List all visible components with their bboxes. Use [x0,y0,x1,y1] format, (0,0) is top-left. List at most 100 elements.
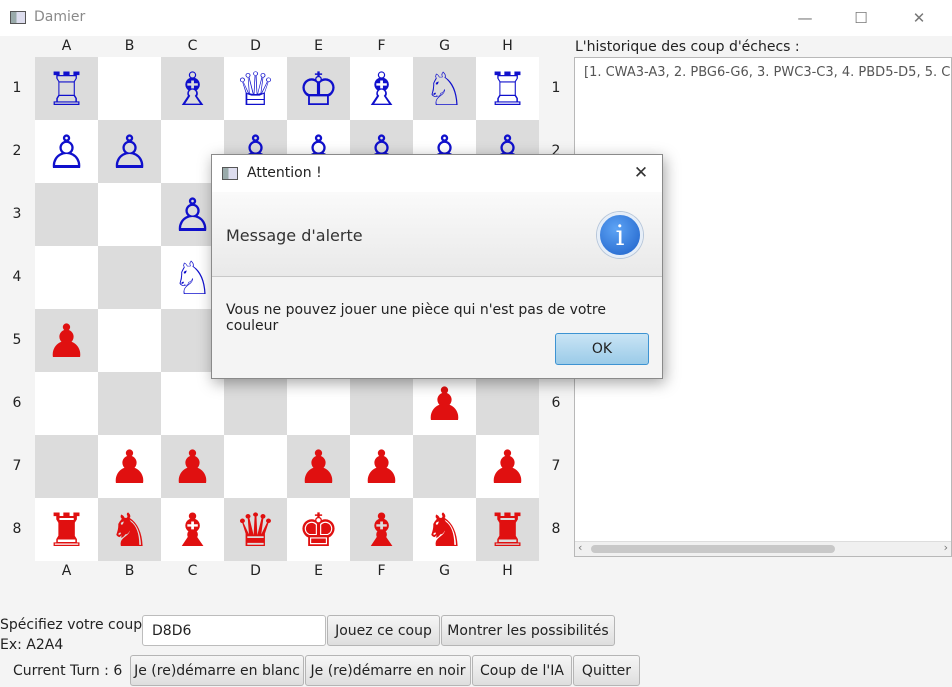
chess-piece-icon[interactable]: ♟ [424,381,465,427]
show-possibilities-button[interactable]: Montrer les possibilités [441,615,615,646]
board-square[interactable]: ♖ [476,57,539,120]
col-label: B [124,563,135,579]
chess-piece-icon[interactable]: ♜ [487,507,528,553]
move-input[interactable]: D8D6 [142,615,326,646]
chess-piece-icon[interactable]: ♝ [172,507,213,553]
board-square[interactable] [287,372,350,435]
column-labels-bottom: A B C D E F G H [35,563,539,581]
chess-piece-icon[interactable]: ♟ [46,318,87,364]
ai-move-button[interactable]: Coup de l'IA [472,655,572,686]
chess-piece-icon[interactable]: ♙ [46,129,87,175]
board-square[interactable]: ♞ [413,498,476,561]
board-square[interactable] [98,372,161,435]
col-label: C [187,563,198,579]
board-square[interactable]: ♕ [224,57,287,120]
board-square[interactable]: ♞ [98,498,161,561]
chess-piece-icon[interactable]: ♘ [172,255,213,301]
board-square[interactable] [413,435,476,498]
board-square[interactable] [35,183,98,246]
board-square[interactable]: ♝ [161,498,224,561]
close-button[interactable]: ✕ [896,0,942,36]
chess-piece-icon[interactable]: ♙ [172,192,213,238]
chess-piece-icon[interactable]: ♜ [46,507,87,553]
dialog-close-icon[interactable]: ✕ [628,161,654,185]
board-square[interactable] [35,246,98,309]
ok-button[interactable]: OK [555,333,649,365]
board-square[interactable]: ♘ [413,57,476,120]
chess-piece-icon[interactable]: ♛ [235,507,276,553]
board-square[interactable]: ♗ [350,57,413,120]
board-square[interactable]: ♟ [350,435,413,498]
play-move-button[interactable]: Jouez ce coup [327,615,440,646]
board-square[interactable] [476,372,539,435]
dialog-title: Attention ! [247,165,322,181]
chess-piece-icon[interactable]: ♟ [109,444,150,490]
info-icon: i [597,212,643,258]
board-square[interactable]: ♚ [287,498,350,561]
row-label: 2 [12,143,22,159]
col-label: G [439,563,450,579]
scroll-left-icon[interactable]: ‹ [578,541,582,554]
board-square[interactable] [98,246,161,309]
dialog-header: Message d'alerte i [212,192,662,277]
board-square[interactable] [98,57,161,120]
board-square[interactable]: ♟ [476,435,539,498]
chess-piece-icon[interactable]: ♟ [487,444,528,490]
quit-button[interactable]: Quitter [573,655,640,686]
minimize-button[interactable]: — [782,0,828,36]
row-label: 4 [12,269,22,285]
board-square[interactable] [224,435,287,498]
board-square[interactable]: ♙ [98,120,161,183]
history-scrollbar[interactable]: ‹ › [575,541,951,556]
board-square[interactable]: ♟ [161,435,224,498]
chess-piece-icon[interactable]: ♟ [172,444,213,490]
board-square[interactable] [98,309,161,372]
chess-piece-icon[interactable]: ♗ [361,66,402,112]
board-square[interactable] [224,372,287,435]
board-square[interactable]: ♜ [476,498,539,561]
chess-piece-icon[interactable]: ♚ [298,507,339,553]
chess-piece-icon[interactable]: ♟ [361,444,402,490]
chess-piece-icon[interactable]: ♟ [298,444,339,490]
chess-piece-icon[interactable]: ♖ [487,66,528,112]
board-square[interactable]: ♖ [35,57,98,120]
chess-piece-icon[interactable]: ♞ [424,507,465,553]
chess-piece-icon[interactable]: ♗ [172,66,213,112]
scroll-right-icon[interactable]: › [944,541,948,554]
board-square[interactable]: ♗ [161,57,224,120]
board-square[interactable]: ♝ [350,498,413,561]
board-square[interactable] [35,372,98,435]
board-square[interactable] [350,372,413,435]
move-example: Ex: A2A4 [0,637,64,653]
chess-piece-icon[interactable]: ♘ [424,66,465,112]
col-label: E [314,563,323,579]
board-square[interactable]: ♜ [35,498,98,561]
row-label: 7 [551,458,561,474]
scrollbar-thumb[interactable] [591,545,835,553]
chess-piece-icon[interactable]: ♙ [109,129,150,175]
restart-black-button[interactable]: Je (re)démarre en noir [305,655,471,686]
board-square[interactable]: ♟ [413,372,476,435]
board-square[interactable]: ♟ [98,435,161,498]
board-square[interactable] [98,183,161,246]
chess-piece-icon[interactable]: ♝ [361,507,402,553]
board-square[interactable] [35,435,98,498]
window-title: Damier [34,9,86,25]
dialog-app-icon [222,167,238,180]
board-square[interactable]: ♔ [287,57,350,120]
board-square[interactable]: ♟ [287,435,350,498]
maximize-button[interactable]: ☐ [838,0,884,36]
board-square[interactable] [161,372,224,435]
row-label: 8 [12,521,22,537]
row-label: 3 [12,206,22,222]
chess-piece-icon[interactable]: ♞ [109,507,150,553]
chess-piece-icon[interactable]: ♕ [235,66,276,112]
board-square[interactable]: ♙ [35,120,98,183]
board-square[interactable]: ♟ [35,309,98,372]
row-labels-left: 1 2 3 4 5 6 7 8 [2,57,32,561]
chess-piece-icon[interactable]: ♖ [46,66,87,112]
restart-white-button[interactable]: Je (re)démarre en blanc [130,655,304,686]
board-square[interactable]: ♛ [224,498,287,561]
chess-piece-icon[interactable]: ♔ [298,66,339,112]
col-label: D [250,563,261,579]
